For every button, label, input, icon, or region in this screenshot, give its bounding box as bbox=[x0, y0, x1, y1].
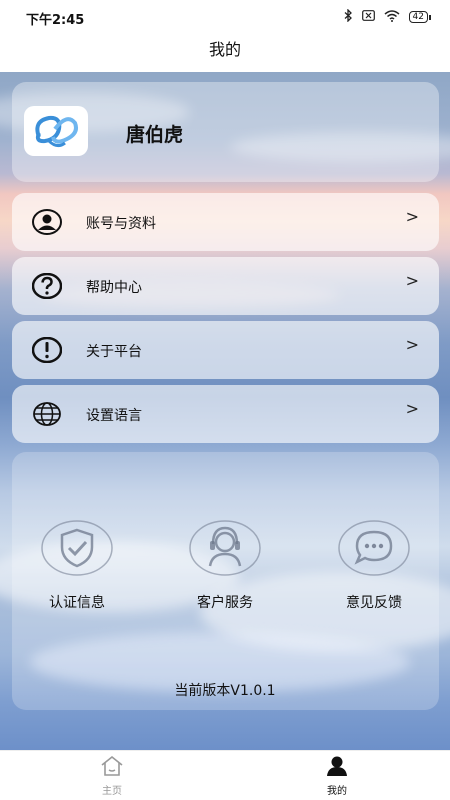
service-feedback[interactable]: 意见反馈 bbox=[324, 520, 424, 612]
exclamation-circle-icon bbox=[32, 336, 62, 364]
battery-icon: 42 bbox=[408, 11, 432, 23]
chevron-right-icon: > bbox=[405, 207, 419, 226]
status-icons: 42 bbox=[344, 8, 432, 25]
chevron-right-icon: > bbox=[405, 335, 419, 354]
service-label: 客户服务 bbox=[197, 595, 253, 611]
app-version: 当前版本V1.0.1 bbox=[174, 683, 276, 699]
menu-item-label: 帮助中心 bbox=[86, 280, 142, 296]
menu-item-label: 账号与资料 bbox=[86, 216, 156, 232]
status-time: 下午2:45 bbox=[26, 13, 85, 28]
tab-mine[interactable]: 我的 bbox=[297, 755, 377, 797]
tab-label: 我的 bbox=[327, 786, 347, 797]
app-logo-icon bbox=[35, 115, 78, 148]
header: 我的 bbox=[0, 34, 450, 72]
service-label: 认证信息 bbox=[49, 595, 105, 611]
wifi-icon bbox=[384, 9, 400, 25]
globe-icon bbox=[32, 400, 62, 428]
person-icon bbox=[297, 755, 377, 781]
home-icon bbox=[72, 755, 152, 781]
tab-label: 主页 bbox=[102, 786, 122, 797]
menu-item-about-platform[interactable]: 关于平台 > bbox=[12, 321, 439, 379]
chevron-right-icon: > bbox=[405, 399, 419, 418]
service-customer-service[interactable]: 客户服务 bbox=[175, 520, 275, 612]
chevron-right-icon: > bbox=[405, 271, 419, 290]
shield-check-icon bbox=[40, 520, 114, 576]
question-circle-icon bbox=[32, 272, 62, 300]
avatar[interactable] bbox=[24, 106, 88, 156]
bluetooth-icon bbox=[344, 8, 353, 25]
menu-item-label: 设置语言 bbox=[86, 408, 142, 424]
bottom-tab-bar: 主页 我的 bbox=[0, 750, 450, 800]
menu-item-account-profile[interactable]: 账号与资料 > bbox=[12, 193, 439, 251]
menu-item-label: 关于平台 bbox=[86, 344, 142, 360]
status-bar: 下午2:45 42 bbox=[0, 0, 450, 34]
service-label: 意见反馈 bbox=[346, 595, 402, 611]
sim-off-icon bbox=[361, 10, 375, 24]
menu-item-set-language[interactable]: 设置语言 > bbox=[12, 385, 439, 443]
service-certification-info[interactable]: 认证信息 bbox=[27, 520, 127, 612]
username: 唐伯虎 bbox=[126, 124, 184, 146]
user-circle-icon bbox=[32, 208, 62, 236]
menu-item-help-center[interactable]: 帮助中心 > bbox=[12, 257, 439, 315]
headset-agent-icon bbox=[188, 520, 262, 576]
chat-bubble-icon bbox=[337, 520, 411, 576]
tab-home[interactable]: 主页 bbox=[72, 755, 152, 797]
page-title: 我的 bbox=[208, 40, 241, 59]
